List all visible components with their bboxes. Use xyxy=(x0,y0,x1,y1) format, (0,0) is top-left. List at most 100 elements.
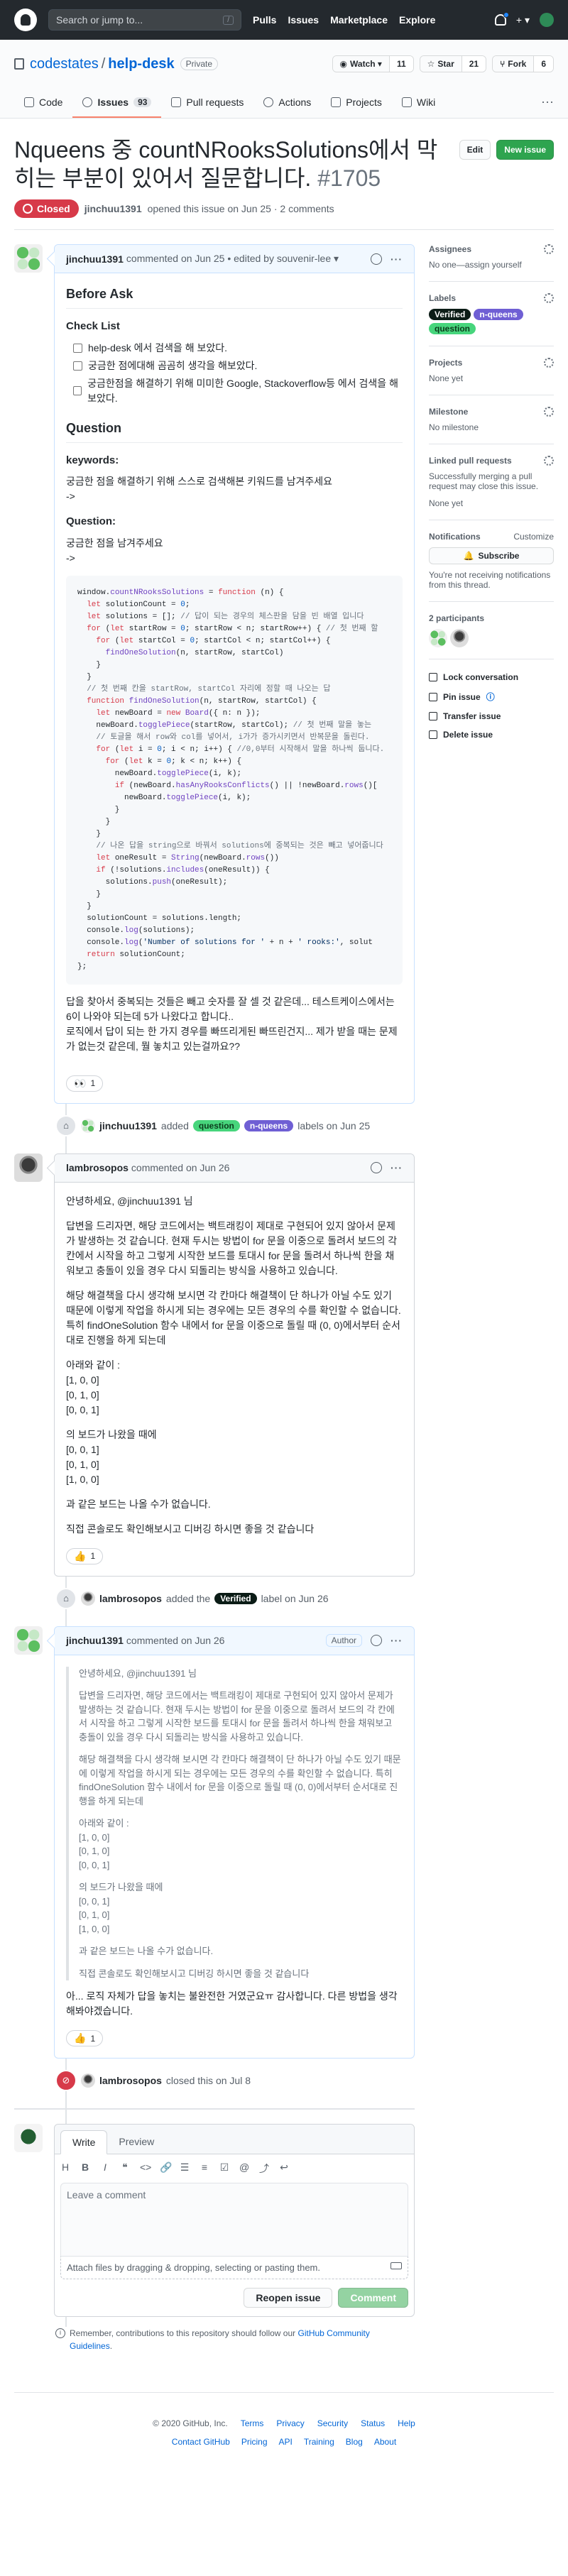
task-checkbox[interactable] xyxy=(73,343,82,353)
label-verified[interactable]: Verified xyxy=(429,309,471,320)
avatar[interactable] xyxy=(81,1591,95,1606)
fork-button[interactable]: ⑂ Fork xyxy=(493,56,535,72)
footer-link-about[interactable]: About xyxy=(374,2437,396,2447)
mention-icon[interactable]: @ xyxy=(239,2161,249,2176)
reaction-thumbs-up[interactable]: 👍 1 xyxy=(66,1547,104,1564)
nav-marketplace[interactable]: Marketplace xyxy=(330,14,388,26)
footer-link-terms[interactable]: Terms xyxy=(241,2418,264,2428)
delete-issue-link[interactable]: Delete issue xyxy=(429,730,554,740)
footer-link-contact[interactable]: Contact GitHub xyxy=(172,2437,230,2447)
reaction-thumbs-up[interactable]: 👍 1 xyxy=(66,2030,104,2046)
participant-avatar[interactable] xyxy=(429,629,447,647)
label-question[interactable]: question xyxy=(192,1119,240,1131)
label-verified[interactable]: Verified xyxy=(214,1592,257,1604)
tab-preview[interactable]: Preview xyxy=(107,2130,165,2154)
label-question[interactable]: question xyxy=(429,323,476,334)
bold-icon[interactable]: B xyxy=(80,2161,90,2176)
task-list-icon[interactable]: ☑ xyxy=(219,2161,229,2176)
footer-link-training[interactable]: Training xyxy=(304,2437,334,2447)
repo-owner-link[interactable]: codestates xyxy=(30,56,99,72)
avatar[interactable] xyxy=(14,244,43,273)
comment-author[interactable]: lambrosopos xyxy=(66,1162,129,1173)
avatar[interactable] xyxy=(81,2073,95,2088)
star-count[interactable]: 21 xyxy=(462,56,486,72)
footer-link-blog[interactable]: Blog xyxy=(346,2437,363,2447)
gear-icon[interactable] xyxy=(544,293,554,303)
assignees-value[interactable]: No one—assign yourself xyxy=(429,260,554,270)
tab-code[interactable]: Code xyxy=(14,91,72,118)
comment-button[interactable]: Comment xyxy=(338,2288,408,2308)
quote-icon[interactable]: ❝ xyxy=(120,2161,130,2176)
add-reaction-icon[interactable] xyxy=(371,1162,382,1173)
tab-wiki[interactable]: Wiki xyxy=(392,91,445,118)
add-reaction-icon[interactable] xyxy=(371,253,382,265)
notifications-bell-icon[interactable] xyxy=(494,12,509,26)
search-input[interactable]: Search or jump to... / xyxy=(48,9,241,31)
comment-meta[interactable]: commented on Jun 26 xyxy=(131,1162,230,1173)
comment-author[interactable]: jinchuu1391 xyxy=(66,1635,124,1646)
avatar[interactable] xyxy=(14,1626,43,1655)
customize-notifications-link[interactable]: Customize xyxy=(513,532,554,542)
gear-icon[interactable] xyxy=(544,358,554,368)
transfer-issue-link[interactable]: Transfer issue xyxy=(429,711,554,721)
code-icon[interactable]: <> xyxy=(140,2161,151,2176)
participant-avatar[interactable] xyxy=(450,629,469,647)
attach-files-area[interactable]: Attach files by dragging & dropping, sel… xyxy=(60,2257,408,2279)
cross-reference-icon[interactable]: ⤴ xyxy=(259,2161,269,2176)
comment-author[interactable]: jinchuu1391 xyxy=(66,253,124,265)
unordered-list-icon[interactable]: ☰ xyxy=(180,2161,190,2176)
avatar[interactable] xyxy=(81,1118,95,1133)
event-time[interactable]: label on Jun 26 xyxy=(261,1593,329,1604)
tab-projects[interactable]: Projects xyxy=(321,91,392,118)
tab-pull-requests[interactable]: Pull requests xyxy=(161,91,253,118)
event-actor[interactable]: lambrosopos xyxy=(99,1593,162,1604)
comment-options-icon[interactable]: ··· xyxy=(390,1635,403,1646)
new-issue-button[interactable]: New issue xyxy=(496,140,554,160)
reaction-eyes[interactable]: 👀 1 xyxy=(66,1075,104,1092)
event-time[interactable]: labels on Jun 25 xyxy=(297,1120,370,1131)
tab-write[interactable]: Write xyxy=(60,2130,108,2154)
repo-name-link[interactable]: help-desk xyxy=(108,56,174,72)
star-button[interactable]: ☆ Star xyxy=(420,56,462,72)
user-avatar-menu[interactable] xyxy=(540,13,554,27)
gear-icon[interactable] xyxy=(544,456,554,466)
comment-options-icon[interactable]: ··· xyxy=(390,1162,403,1173)
edit-title-button[interactable]: Edit xyxy=(459,140,491,160)
add-reaction-icon[interactable] xyxy=(371,1635,382,1646)
nav-explore[interactable]: Explore xyxy=(399,14,435,26)
italic-icon[interactable]: I xyxy=(100,2161,110,2176)
reply-icon[interactable]: ↩ xyxy=(279,2161,289,2176)
watch-button[interactable]: ◉ Watch ▾ xyxy=(332,56,390,72)
link-icon[interactable]: 🔗 xyxy=(160,2161,172,2176)
comment-textarea[interactable]: Leave a comment xyxy=(60,2183,408,2257)
ordered-list-icon[interactable]: ≡ xyxy=(200,2161,209,2176)
nav-issues[interactable]: Issues xyxy=(288,14,319,26)
tab-actions[interactable]: Actions xyxy=(253,91,321,118)
footer-link-pricing[interactable]: Pricing xyxy=(241,2437,268,2447)
subscribe-button[interactable]: 🔔 Subscribe xyxy=(429,547,554,564)
task-checkbox[interactable] xyxy=(73,386,82,395)
event-actor[interactable]: lambrosopos xyxy=(99,2075,162,2086)
tab-issues[interactable]: Issues 93 xyxy=(72,91,162,118)
comment-meta[interactable]: commented on Jun 26 xyxy=(126,1635,225,1646)
task-checkbox[interactable] xyxy=(73,361,82,371)
label-n-queens[interactable]: n-queens xyxy=(474,309,523,320)
footer-link-privacy[interactable]: Privacy xyxy=(276,2418,304,2428)
footer-link-help[interactable]: Help xyxy=(398,2418,415,2428)
gear-icon[interactable] xyxy=(544,407,554,417)
issue-author-link[interactable]: jinchuu1391 xyxy=(84,203,142,214)
event-actor[interactable]: jinchuu1391 xyxy=(99,1120,157,1131)
comment-options-icon[interactable]: ··· xyxy=(390,253,403,265)
label-n-queens[interactable]: n-queens xyxy=(244,1119,294,1131)
pin-issue-link[interactable]: Pin issue ⓘ xyxy=(429,691,554,703)
footer-link-status[interactable]: Status xyxy=(361,2418,385,2428)
heading-icon[interactable]: H xyxy=(60,2161,70,2176)
gear-icon[interactable] xyxy=(544,244,554,254)
more-tabs-button[interactable]: ··· xyxy=(541,94,554,118)
fork-count[interactable]: 6 xyxy=(534,56,553,72)
reopen-issue-button[interactable]: Reopen issue xyxy=(244,2288,333,2308)
watch-count[interactable]: 11 xyxy=(389,56,413,72)
comment-meta[interactable]: commented on Jun 25 • edited by souvenir… xyxy=(126,253,339,265)
github-logo-icon[interactable] xyxy=(14,9,37,31)
nav-pulls[interactable]: Pulls xyxy=(253,14,276,26)
